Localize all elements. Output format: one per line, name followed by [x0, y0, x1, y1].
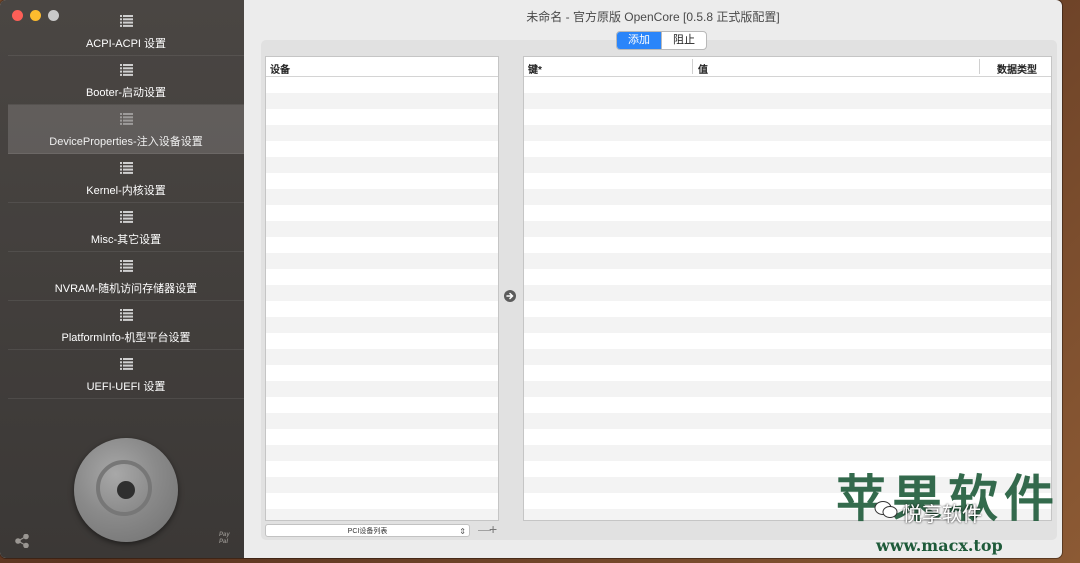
list-icon: [119, 358, 133, 370]
paypal-donate-button[interactable]: Pay Pal: [219, 532, 230, 546]
device-list-select[interactable]: PCI设备列表 ⇕: [265, 524, 470, 537]
column-header-key[interactable]: 键*: [528, 61, 542, 76]
arrow-right-button[interactable]: [504, 290, 516, 302]
watermark-url: www.macx.top: [876, 536, 1003, 555]
sidebar-item-deviceproperties[interactable]: DeviceProperties-注入设备设置: [8, 105, 244, 154]
sidebar-item-acpi[interactable]: ACPI-ACPI 设置: [8, 7, 244, 56]
devices-table[interactable]: 设备: [265, 56, 499, 521]
paypal-text: Pal: [219, 539, 229, 545]
list-icon: [119, 113, 133, 125]
segment-add[interactable]: 添加: [617, 32, 661, 49]
devices-table-header: 设备: [266, 57, 498, 77]
opencore-disc-logo: [74, 438, 178, 542]
arrow-right-icon: [506, 292, 514, 300]
sidebar-item-label: ACPI-ACPI 设置: [85, 38, 167, 50]
segment-block[interactable]: 阻止: [661, 32, 706, 49]
sidebar: ACPI-ACPI 设置 Booter-启动设置 DevicePropertie…: [0, 0, 244, 558]
mode-segmented-control: 添加 阻止: [616, 31, 707, 50]
properties-table[interactable]: 键* 值 数据类型: [523, 56, 1052, 521]
column-divider: [979, 59, 980, 74]
sidebar-item-label: DeviceProperties-注入设备设置: [49, 136, 203, 148]
sidebar-item-booter[interactable]: Booter-启动设置: [8, 56, 244, 105]
list-icon: [119, 64, 133, 76]
column-header-value[interactable]: 值: [698, 61, 708, 76]
sidebar-item-kernel[interactable]: Kernel-内核设置: [8, 154, 244, 203]
list-icon: [119, 15, 133, 27]
wechat-icon: [874, 501, 898, 518]
share-icon[interactable]: [15, 534, 29, 548]
properties-table-header: 键* 值 数据类型: [524, 57, 1051, 77]
sidebar-item-uefi[interactable]: UEFI-UEFI 设置: [8, 350, 244, 399]
sidebar-item-platforminfo[interactable]: PlatformInfo-机型平台设置: [8, 301, 244, 350]
watermark-brand: 悦享软件: [902, 504, 982, 526]
sidebar-item-label: Misc-其它设置: [90, 234, 162, 246]
watermark: 苹果软件 悦享软件 www.macx.top: [836, 472, 1066, 556]
sidebar-item-label: PlatformInfo-机型平台设置: [61, 332, 191, 344]
chevron-updown-icon: ⇕: [459, 527, 466, 536]
add-device-button[interactable]: +: [489, 521, 497, 537]
sidebar-item-label: NVRAM-随机访问存储器设置: [54, 283, 198, 295]
devices-table-rows[interactable]: [266, 77, 498, 520]
sidebar-item-misc[interactable]: Misc-其它设置: [8, 203, 244, 252]
sidebar-item-label: UEFI-UEFI 设置: [86, 381, 166, 393]
list-icon: [119, 260, 133, 272]
paypal-text: Pay: [219, 532, 230, 538]
sidebar-item-nvram[interactable]: NVRAM-随机访问存储器设置: [8, 252, 244, 301]
sidebar-item-label: Booter-启动设置: [85, 87, 167, 99]
column-divider: [692, 59, 693, 74]
list-icon: [119, 162, 133, 174]
column-header-device[interactable]: 设备: [270, 61, 290, 76]
sidebar-item-label: Kernel-内核设置: [86, 185, 166, 197]
list-icon: [119, 211, 133, 223]
select-value: PCI设备列表: [347, 528, 388, 535]
window-title: 未命名 - 官方原版 OpenCore [0.5.8 正式版配置]: [526, 10, 780, 24]
sidebar-nav: ACPI-ACPI 设置 Booter-启动设置 DevicePropertie…: [8, 7, 244, 399]
properties-table-rows[interactable]: [524, 77, 1051, 520]
column-header-type[interactable]: 数据类型: [997, 61, 1037, 76]
list-icon: [119, 309, 133, 321]
